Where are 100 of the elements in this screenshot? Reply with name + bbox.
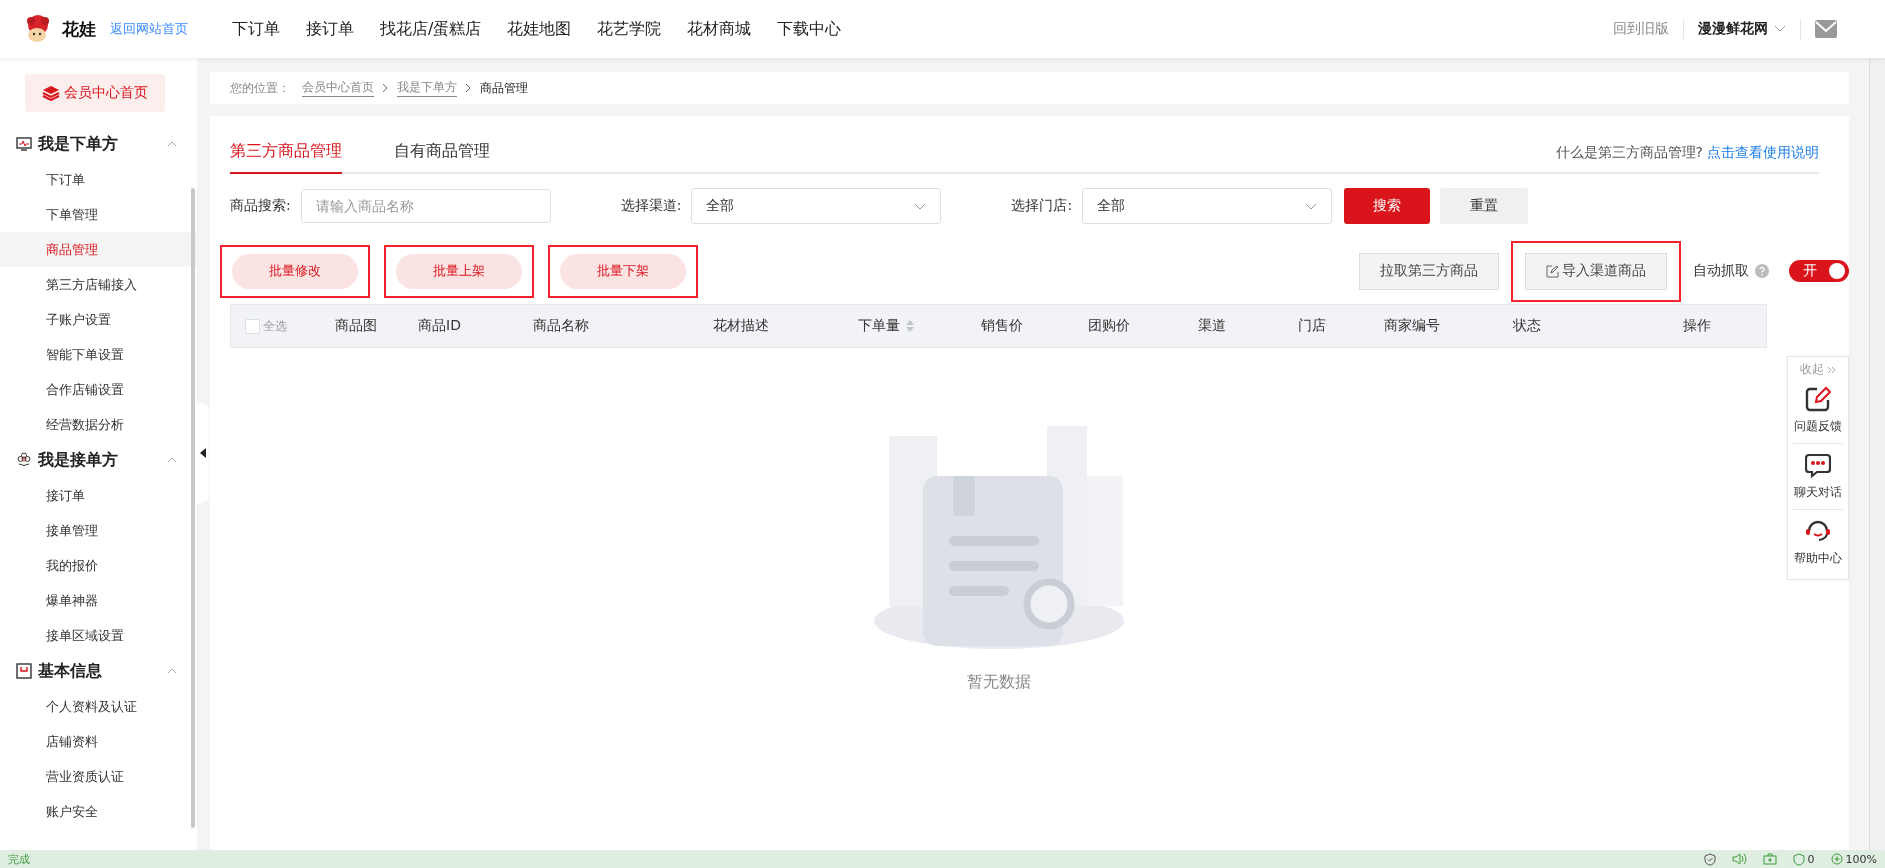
old-version-link[interactable]: 回到旧版 xyxy=(1613,20,1669,38)
layers-icon xyxy=(42,85,60,101)
nav-link[interactable]: 花娃地图 xyxy=(507,18,572,40)
column-header: 商家编号 xyxy=(1384,317,1440,335)
chevron-up-icon[interactable] xyxy=(167,141,177,147)
column-header: 商品ID xyxy=(418,317,461,335)
feedback-tool[interactable]: 问题反馈 xyxy=(1793,378,1843,444)
search-label: 商品搜索: xyxy=(230,197,291,215)
triangle-left-icon xyxy=(200,448,206,458)
sidebar-item[interactable]: 下单管理 xyxy=(0,197,197,232)
sidebar-item[interactable]: 下订单 xyxy=(0,162,197,197)
sidebar-item[interactable]: 个人资料及认证 xyxy=(0,689,197,724)
shield-icon xyxy=(1792,852,1805,866)
chat-tool[interactable]: 聊天对话 xyxy=(1793,444,1843,510)
nav-link[interactable]: 接订单 xyxy=(306,18,354,40)
zoom-in-icon xyxy=(1830,853,1843,865)
fetch-button[interactable]: 拉取第三方商品 xyxy=(1359,252,1499,290)
menu-group-header[interactable]: 基本信息 xyxy=(0,653,197,689)
select-all-checkbox[interactable] xyxy=(245,318,260,334)
chat-bubble-icon xyxy=(1805,452,1831,478)
logo-text[interactable]: 花娃 xyxy=(62,17,96,41)
speaker-icon[interactable] xyxy=(1731,853,1747,865)
mail-icon[interactable] xyxy=(1815,20,1837,38)
store-label: 选择门店: xyxy=(1011,197,1073,215)
auto-fetch-label: 自动抓取 xyxy=(1693,262,1749,280)
batch-button[interactable]: 批量修改 xyxy=(232,253,358,289)
nav-link[interactable]: 花材商城 xyxy=(687,18,752,40)
account-menu[interactable]: 漫漫鲜花网 xyxy=(1698,20,1786,38)
chevron-down-icon[interactable] xyxy=(1774,25,1786,33)
member-home-button[interactable]: 会员中心首页 xyxy=(25,74,165,112)
help-icon[interactable] xyxy=(1755,264,1769,278)
chevron-right-icon xyxy=(382,83,389,93)
chevron-down-icon xyxy=(914,202,927,210)
sidebar-scrollbar[interactable] xyxy=(191,188,195,828)
nav-link[interactable]: 下订单 xyxy=(232,18,280,40)
chevron-up-icon[interactable] xyxy=(167,668,177,674)
box-icon xyxy=(16,663,32,679)
batch-button[interactable]: 批量下架 xyxy=(560,253,686,289)
sidebar-item[interactable]: 合作店铺设置 xyxy=(0,372,197,407)
batch-button[interactable]: 批量上架 xyxy=(396,253,522,289)
toolbox-icon[interactable] xyxy=(1762,853,1777,865)
sidebar-item[interactable]: 经营数据分析 xyxy=(0,407,197,442)
nav-link[interactable]: 下载中心 xyxy=(777,18,842,40)
reset-button[interactable]: 重置 xyxy=(1440,188,1529,224)
sidebar-item[interactable]: 接订单 xyxy=(0,478,197,513)
column-header: 门店 xyxy=(1298,317,1326,335)
nav-link[interactable]: 花艺学院 xyxy=(597,18,662,40)
chevron-up-icon[interactable] xyxy=(167,457,177,463)
sidebar-item[interactable]: 爆单神器 xyxy=(0,583,197,618)
breadcrumb-link[interactable]: 会员中心首页 xyxy=(302,79,374,97)
channel-dropdown[interactable]: 全部 xyxy=(691,188,942,224)
chevron-right-icon xyxy=(465,83,472,93)
sort-icon[interactable] xyxy=(906,320,914,332)
monitor-icon xyxy=(16,136,32,152)
product-search-field[interactable]: 请输入商品名称 xyxy=(300,189,551,223)
sidebar-item[interactable]: 智能下单设置 xyxy=(0,337,197,372)
menu-group-header[interactable]: 我是下单方 xyxy=(0,126,197,162)
sidebar-item[interactable]: 账户安全 xyxy=(0,794,197,829)
column-header: 渠道 xyxy=(1198,317,1226,335)
breadcrumb-link[interactable]: 我是下单方 xyxy=(397,79,457,97)
column-header: 操作 xyxy=(1683,317,1711,335)
search-button[interactable]: 搜索 xyxy=(1344,188,1431,224)
store-dropdown[interactable]: 全部 xyxy=(1082,188,1333,224)
help-question: 什么是第三方商品管理? xyxy=(1555,144,1703,160)
empty-state-text: 暂无数据 xyxy=(966,672,1031,693)
chevron-down-icon xyxy=(1305,202,1318,210)
column-header: 花材描述 xyxy=(713,317,769,335)
zoom-level[interactable]: 100% xyxy=(1830,852,1877,866)
nav-link[interactable]: 找花店/蛋糕店 xyxy=(380,18,482,40)
column-header: 状态 xyxy=(1513,317,1541,335)
breadcrumb-label: 您的位置： xyxy=(230,79,290,97)
breadcrumb-current: 商品管理 xyxy=(480,79,528,97)
help-tool[interactable]: 帮助中心 xyxy=(1793,510,1843,575)
sidebar-item[interactable]: 第三方店铺接入 xyxy=(0,267,197,302)
page-scrollbar[interactable] xyxy=(1869,58,1885,850)
edit-icon xyxy=(1546,264,1559,278)
double-chevron-right-icon xyxy=(1827,365,1836,374)
column-header: 商品名称 xyxy=(533,317,589,335)
column-header: 商品图 xyxy=(335,317,377,335)
sidebar-item[interactable]: 接单管理 xyxy=(0,513,197,548)
import-button[interactable]: 导入渠道商品 xyxy=(1525,252,1667,290)
sidebar-item[interactable]: 我的报价 xyxy=(0,548,197,583)
usage-guide-link[interactable]: 点击查看使用说明 xyxy=(1707,144,1819,160)
column-header: 销售价 xyxy=(981,317,1023,335)
auto-fetch-toggle[interactable]: 开 xyxy=(1789,260,1849,282)
channel-label: 选择渠道: xyxy=(620,197,682,215)
flower-icon xyxy=(16,452,32,468)
headset-icon xyxy=(1805,518,1831,544)
menu-group-header[interactable]: 我是接单方 xyxy=(0,442,197,478)
tab[interactable]: 自有商品管理 xyxy=(394,141,490,174)
sidebar-item[interactable]: 子账户设置 xyxy=(0,302,197,337)
sidebar-item[interactable]: 营业资质认证 xyxy=(0,759,197,794)
tab[interactable]: 第三方商品管理 xyxy=(230,141,342,174)
sidebar-item[interactable]: 店铺资料 xyxy=(0,724,197,759)
sidebar-collapse-handle[interactable] xyxy=(197,403,209,503)
sidebar-item[interactable]: 接单区域设置 xyxy=(0,618,197,653)
shield-icon[interactable] xyxy=(1703,852,1716,866)
sidebar-item[interactable]: 商品管理 xyxy=(0,232,197,267)
select-all-label: 全选 xyxy=(263,317,287,335)
security-count[interactable]: 0 xyxy=(1792,852,1815,866)
